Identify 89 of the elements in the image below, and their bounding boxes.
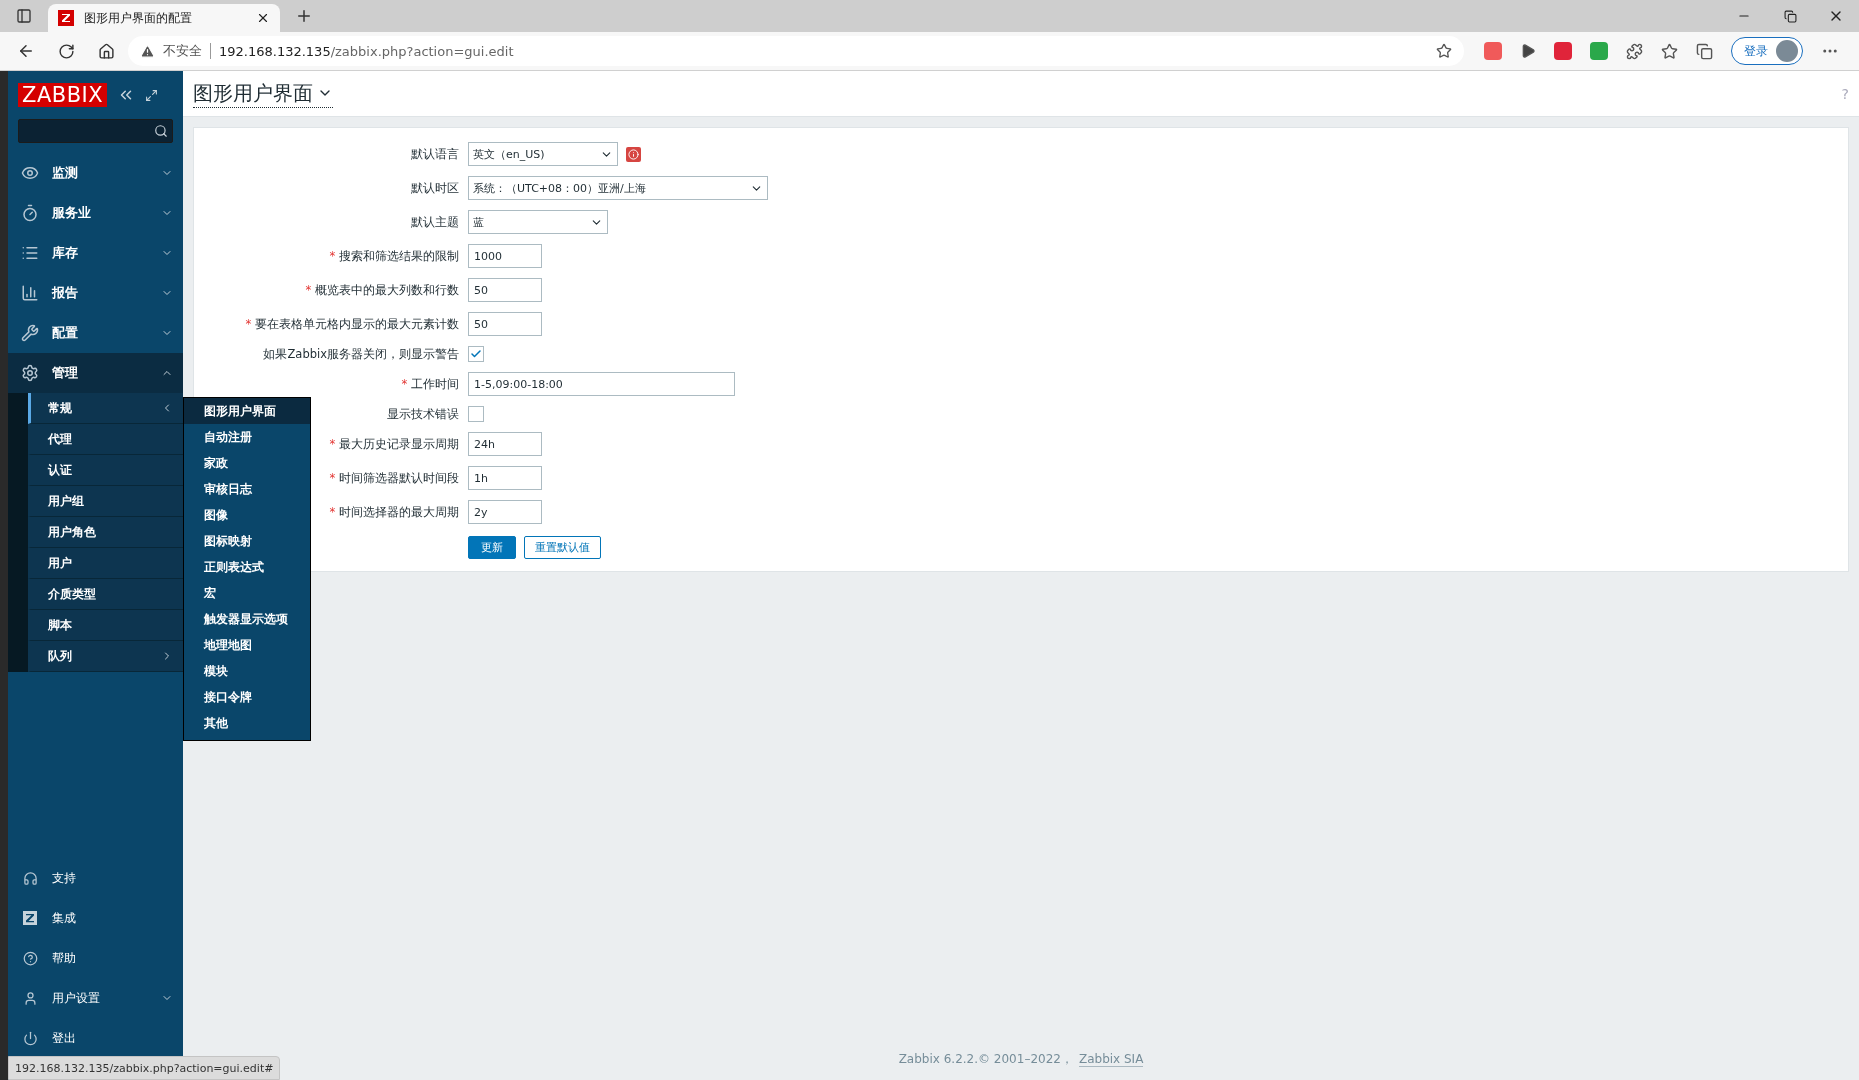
field-label: 显示技术错误 (387, 406, 459, 422)
input-field[interactable]: 24h (468, 432, 542, 456)
flyout-item[interactable]: 地理地图 (184, 632, 310, 658)
status-url: 192.168.132.135/zabbix.php?action=gui.edit# (8, 1056, 281, 1080)
submenu-item[interactable]: 队列 (28, 641, 183, 672)
field-label: 如果Zabbix服务器关闭，则显示警告 (263, 346, 459, 362)
field-label: 默认时区 (411, 180, 459, 196)
field-label: * 工作时间 (401, 376, 459, 392)
flyout-item[interactable]: 图像 (184, 502, 310, 528)
submenu-item[interactable]: 介质类型 (28, 579, 183, 610)
field-label: 默认语言 (411, 146, 459, 162)
field-label: * 最大历史记录显示周期 (329, 436, 459, 452)
flyout-item[interactable]: 触发器显示选项 (184, 606, 310, 632)
search-icon (154, 124, 168, 138)
field-label: * 时间选择器的最大周期 (329, 504, 459, 520)
submenu-item[interactable]: 代理 (28, 424, 183, 455)
login-button[interactable]: 登录 (1731, 37, 1803, 65)
submenu-item[interactable]: 脚本 (28, 610, 183, 641)
submenu-item[interactable]: 用户组 (28, 486, 183, 517)
select-field[interactable]: 英文（en_US) (468, 142, 618, 166)
menu-item[interactable]: 支持 (8, 858, 183, 898)
menu-icon (20, 204, 40, 222)
menu-item[interactable]: 登出 (8, 1018, 183, 1058)
flyout-item[interactable]: 其他 (184, 710, 310, 736)
puzzle-icon[interactable] (1626, 42, 1643, 60)
menu-item[interactable]: 报告 (8, 273, 183, 313)
flyout-item[interactable]: 审核日志 (184, 476, 310, 502)
submenu-item[interactable]: 用户 (28, 548, 183, 579)
menu-item[interactable]: 集成 (8, 898, 183, 938)
menu-icon (20, 244, 40, 262)
favorites-icon[interactable] (1661, 42, 1678, 60)
submenu-item[interactable]: 认证 (28, 455, 183, 486)
extension-icon[interactable] (1554, 42, 1572, 60)
field-label: * 概览表中的最大列数和行数 (305, 282, 459, 298)
flyout-item[interactable]: 家政 (184, 450, 310, 476)
flyout-item[interactable]: 图标映射 (184, 528, 310, 554)
field-label: * 搜索和筛选结果的限制 (329, 248, 459, 264)
zabbix-logo[interactable]: ZABBIX (18, 83, 108, 107)
select-field[interactable]: 系统：（UTC+08：00）亚洲/上海 (468, 176, 768, 200)
search-field[interactable] (18, 119, 173, 143)
menu-item[interactable]: 配置 (8, 313, 183, 353)
copyright-text: Zabbix 6.2.2.© 2001–2022， (898, 1050, 1073, 1068)
flyout-item[interactable]: 接口令牌 (184, 684, 310, 710)
zabbix-favicon-icon (58, 10, 74, 26)
menu-icon (20, 324, 40, 342)
menu-icon (20, 364, 40, 382)
field-label: 默认主题 (411, 214, 459, 230)
menu-icon (20, 164, 40, 182)
avatar-icon (1776, 40, 1798, 62)
menu-item[interactable]: 管理 (8, 353, 183, 393)
reset-button[interactable]: 重置默认值 (524, 536, 601, 559)
z-icon (20, 911, 40, 925)
warning-icon (140, 43, 155, 59)
menu-item[interactable]: 帮助 (8, 938, 183, 978)
input-field[interactable]: 50 (468, 312, 542, 336)
address-bar[interactable]: 不安全 192.168.132.135/zabbix.php?action=gui.edit (128, 36, 1464, 66)
check-icon (470, 348, 482, 360)
flyout-item[interactable]: 正则表达式 (184, 554, 310, 580)
menu-item[interactable]: 监测 (8, 153, 183, 193)
submenu-item[interactable]: 用户角色 (28, 517, 183, 548)
select-field[interactable]: 蓝 (468, 210, 608, 234)
input-field[interactable]: 50 (468, 278, 542, 302)
flyout-item[interactable]: 模块 (184, 658, 310, 684)
input-field[interactable]: 1-5,09:00-18:00 (468, 372, 735, 396)
collections-icon[interactable] (1696, 42, 1713, 60)
flyout-item[interactable]: 自动注册 (184, 424, 310, 450)
page-title[interactable]: 图形用户界面 (193, 79, 333, 108)
menu-item[interactable]: 库存 (8, 233, 183, 273)
submenu-item[interactable]: 常规 (28, 393, 183, 424)
url-text: 192.168.132.135/zabbix.php?action=gui.edit (219, 43, 514, 59)
favorite-star-icon[interactable] (1436, 43, 1452, 59)
field-label: * 时间筛选器默认时间段 (329, 470, 459, 486)
security-label: 不安全 (163, 42, 202, 60)
input-field[interactable]: 1000 (468, 244, 542, 268)
checkbox[interactable] (468, 346, 484, 362)
update-button[interactable]: 更新 (468, 536, 516, 559)
menu-item[interactable]: 服务业 (8, 193, 183, 233)
menu-item[interactable]: 用户设置 (8, 978, 183, 1018)
browser-tab[interactable]: 图形用户界面的配置 (48, 4, 280, 32)
flyout-item[interactable]: 图形用户界面 (184, 398, 310, 424)
input-field[interactable]: 1h (468, 466, 542, 490)
input-field[interactable]: 2y (468, 500, 542, 524)
play-icon[interactable] (1520, 43, 1536, 59)
flyout-item[interactable]: 宏 (184, 580, 310, 606)
checkbox[interactable] (468, 406, 484, 422)
info-icon[interactable] (626, 146, 641, 162)
close-icon[interactable] (256, 11, 270, 25)
field-label: * 要在表格单元格内显示的最大元素计数 (245, 316, 459, 332)
menu-icon (20, 284, 40, 302)
